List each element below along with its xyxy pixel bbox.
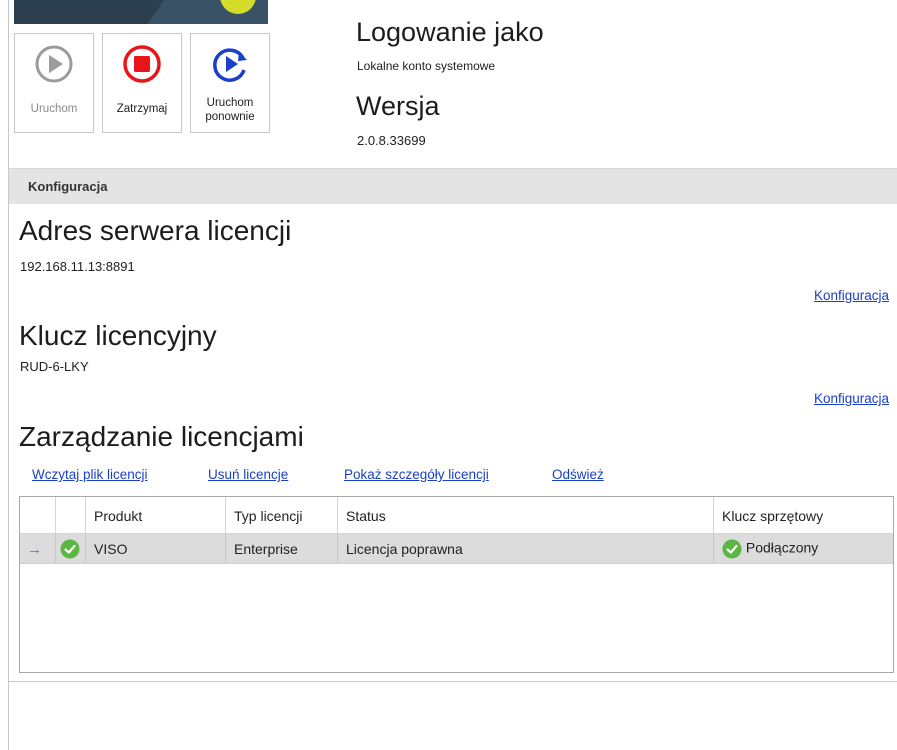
- stop-service-button[interactable]: Zatrzymaj: [102, 33, 182, 133]
- version-value: 2.0.8.33699: [357, 133, 426, 148]
- license-key-title: Klucz licencyjny: [19, 320, 217, 351]
- license-server-value: 192.168.11.13:8891: [20, 259, 135, 274]
- login-as-value: Lokalne konto systemowe: [357, 59, 496, 73]
- header-license-type[interactable]: Typ licencji: [226, 497, 338, 533]
- restart-icon: [213, 48, 247, 82]
- remove-license-link[interactable]: Usuń licencje: [208, 467, 288, 482]
- configuration-section-header: Konfiguracja: [9, 168, 897, 204]
- row-indicator: →: [20, 534, 56, 563]
- restart-label-line2: ponownie: [205, 111, 255, 123]
- start-service-button[interactable]: Uruchom: [14, 33, 94, 133]
- cell-license-type: Enterprise: [226, 534, 338, 563]
- header-indicator-col: [20, 497, 56, 533]
- stop-service-label: Zatrzymaj: [116, 103, 168, 115]
- header-status[interactable]: Status: [338, 497, 714, 533]
- version-title: Wersja: [356, 91, 440, 121]
- cell-product: VISO: [86, 534, 226, 563]
- restart-label-line1: Uruchom: [206, 97, 254, 109]
- license-server-config-link[interactable]: Konfiguracja: [814, 288, 889, 303]
- license-key-config-link[interactable]: Konfiguracja: [814, 391, 889, 406]
- row-status-icon-cell: [56, 534, 86, 563]
- cell-status: Licencja poprawna: [338, 534, 714, 563]
- section-divider: [9, 681, 897, 682]
- header-hardware-key[interactable]: Klucz sprzętowy: [714, 497, 893, 533]
- login-as-title: Logowanie jako: [356, 17, 544, 47]
- license-management-title: Zarządzanie licencjami: [19, 421, 304, 452]
- check-circle-icon: [60, 539, 80, 559]
- header-product[interactable]: Produkt: [86, 497, 226, 533]
- play-icon: [35, 45, 73, 83]
- license-key-value: RUD-6-LKY: [20, 359, 89, 374]
- arrow-right-icon: →: [27, 541, 42, 558]
- check-circle-icon: [722, 539, 742, 559]
- cell-hardware-key: Podłączony: [714, 534, 893, 563]
- restart-service-button[interactable]: Uruchom ponownie: [190, 33, 270, 133]
- license-grid: Produkt Typ licencji Status Klucz sprzęt…: [19, 496, 894, 673]
- show-license-details-link[interactable]: Pokaż szczegóły licencji: [344, 467, 489, 482]
- refresh-link[interactable]: Odśwież: [552, 467, 604, 482]
- grid-header-row: Produkt Typ licencji Status Klucz sprzęt…: [20, 497, 893, 534]
- table-row[interactable]: → VISO Enterprise Licencja poprawna Podł…: [20, 534, 893, 564]
- load-license-file-link[interactable]: Wczytaj plik licencji: [32, 467, 148, 482]
- license-server-title: Adres serwera licencji: [19, 215, 292, 246]
- start-service-label: Uruchom: [30, 103, 78, 115]
- header-status-icon-col: [56, 497, 86, 533]
- hardware-key-status: Podłączony: [745, 539, 819, 556]
- window-left-border: [8, 0, 9, 750]
- restart-service-label: Uruchom ponownie: [191, 96, 269, 124]
- stop-icon: [123, 45, 161, 83]
- brand-banner: [14, 0, 268, 24]
